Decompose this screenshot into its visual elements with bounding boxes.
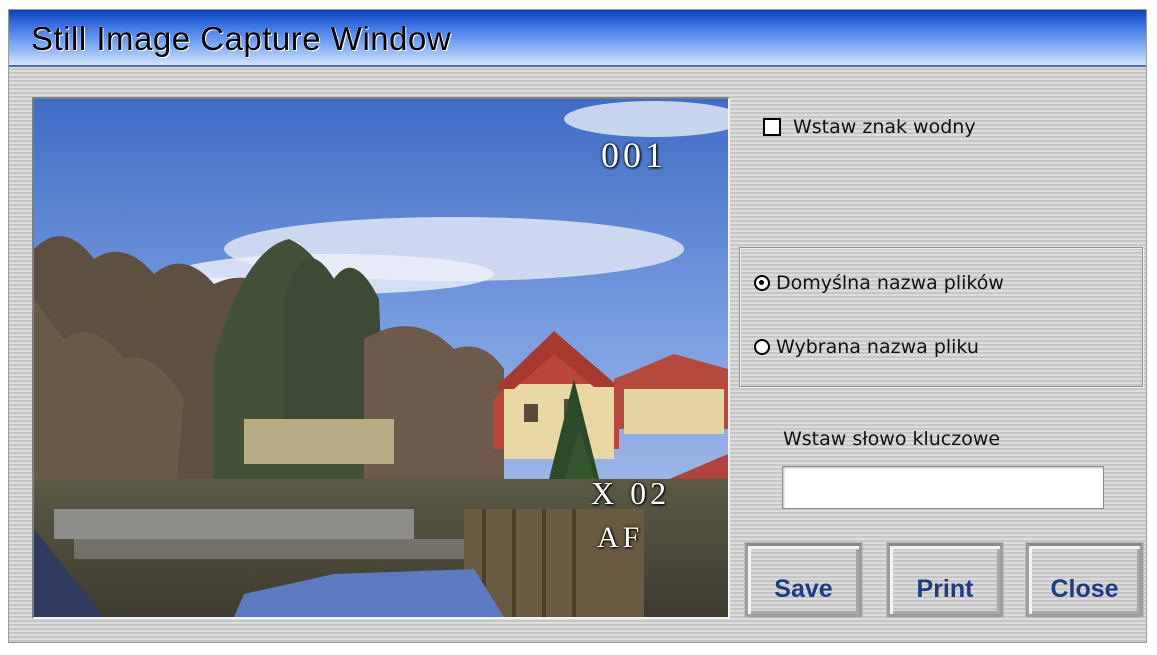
image-preview: 001 X 02 AF [32,97,730,619]
window-title: Still Image Capture Window [31,20,452,57]
filename-custom-option[interactable]: Wybrana nazwa pliku [754,336,979,358]
watermark-option[interactable]: Wstaw znak wodny [763,114,976,140]
filename-option-group: Domyślna nazwa plików Wybrana nazwa plik… [739,247,1143,387]
title-bar[interactable]: Still Image Capture Window [9,10,1146,67]
filename-default-label: Domyślna nazwa plików [776,272,1004,294]
zoom-indicator: X 02 [591,475,671,511]
filename-default-radio[interactable] [754,275,770,291]
watermark-label: Wstaw znak wodny [793,116,976,138]
autofocus-indicator: AF [597,521,644,554]
frame-counter: 001 [601,135,667,175]
print-button[interactable]: Print [887,543,1003,617]
filename-custom-label: Wybrana nazwa pliku [776,336,979,358]
close-button[interactable]: Close [1026,543,1143,617]
filename-default-option[interactable]: Domyślna nazwa plików [754,272,1004,294]
save-button[interactable]: Save [745,543,862,617]
keyword-input[interactable] [782,466,1104,509]
keyword-label: Wstaw słowo kluczowe [783,428,1001,450]
filename-custom-radio[interactable] [754,339,770,355]
watermark-checkbox[interactable] [763,118,781,136]
